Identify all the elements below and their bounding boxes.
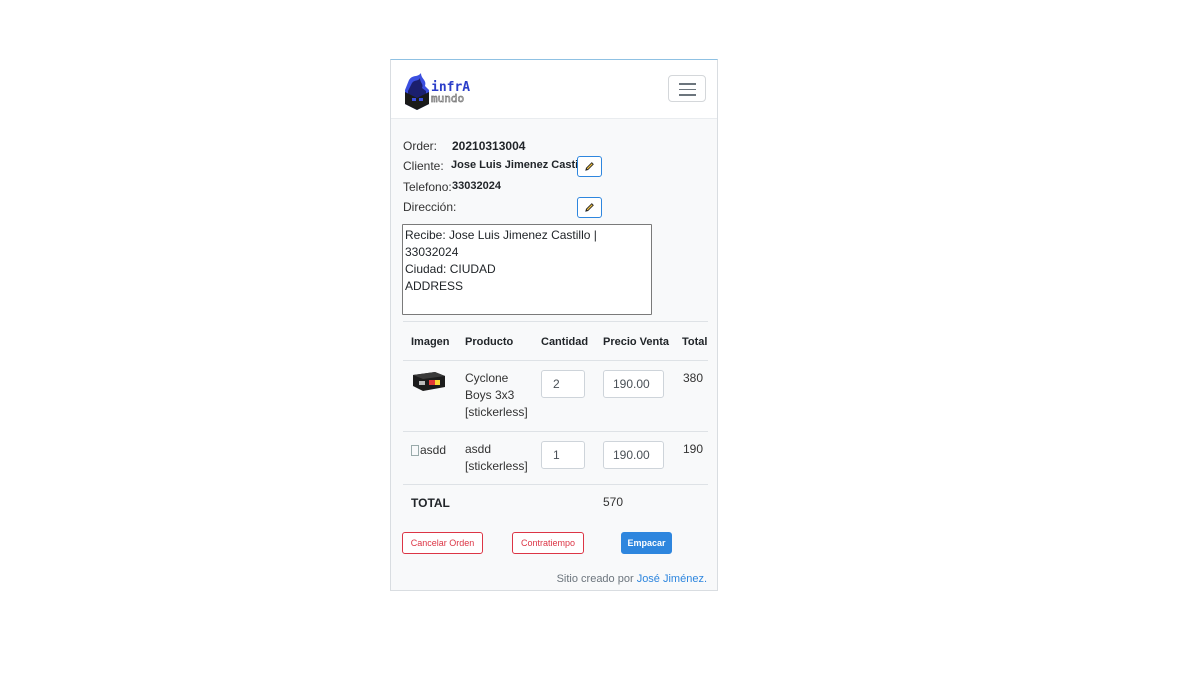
row-divider: [403, 431, 708, 432]
telefono-label: Telefono:: [403, 180, 452, 194]
edit-direccion-button[interactable]: [577, 197, 602, 218]
product-name: asdd [stickerless]: [465, 442, 528, 473]
empacar-button[interactable]: Empacar: [621, 532, 672, 554]
header-precio-venta: Precio Venta: [603, 336, 670, 348]
footer-text: Sitio creado por: [556, 573, 634, 585]
logo-bottom-text: mundo: [431, 92, 464, 105]
row-total: 190: [683, 442, 704, 456]
row-divider: [403, 484, 708, 485]
broken-image-icon: [411, 444, 419, 456]
navbar: infrA mundo: [391, 60, 717, 119]
total-value: 570: [603, 495, 624, 509]
order-number: 20210313004: [452, 139, 526, 153]
broken-image: asdd: [411, 443, 446, 457]
direccion-textarea[interactable]: Recibe: Jose Luis Jimenez Castillo | 330…: [402, 224, 652, 315]
navbar-toggle-button[interactable]: [668, 75, 706, 102]
header-producto: Producto: [465, 336, 514, 348]
pencil-icon: [585, 162, 594, 171]
footer: Sitio creado por José Jiménez.: [557, 573, 707, 585]
cliente-label: Cliente:: [403, 159, 444, 173]
cancel-order-button[interactable]: Cancelar Orden: [402, 532, 483, 554]
header-cantidad: Cantidad: [541, 336, 589, 348]
total-label: TOTAL: [411, 496, 450, 510]
app-frame: infrA mundo Order: 20210313004 Cliente: …: [390, 59, 718, 591]
precio-input[interactable]: [603, 441, 664, 469]
product-image[interactable]: [411, 369, 447, 393]
cantidad-input[interactable]: [541, 441, 585, 469]
order-label: Order:: [403, 139, 438, 153]
brand-logo[interactable]: infrA mundo: [403, 70, 483, 110]
pencil-icon: [585, 203, 594, 212]
contratiempo-button[interactable]: Contratiempo: [512, 532, 584, 554]
cliente-name: Jose Luis Jimenez Castillo: [451, 159, 591, 171]
table-header-divider: [403, 360, 708, 361]
divider: [403, 321, 708, 322]
cantidad-input[interactable]: [541, 370, 585, 398]
row-total: 380: [683, 371, 704, 385]
product-name: Cyclone Boys 3x3 [stickerless]: [465, 371, 528, 419]
edit-cliente-button[interactable]: [577, 156, 602, 177]
telefono-value: 33032024: [452, 180, 501, 192]
direccion-label: Dirección:: [403, 200, 457, 214]
author-link[interactable]: José Jiménez.: [637, 573, 707, 585]
header-imagen: Imagen: [411, 336, 450, 348]
precio-input[interactable]: [603, 370, 664, 398]
header-total: Total: [682, 336, 708, 348]
